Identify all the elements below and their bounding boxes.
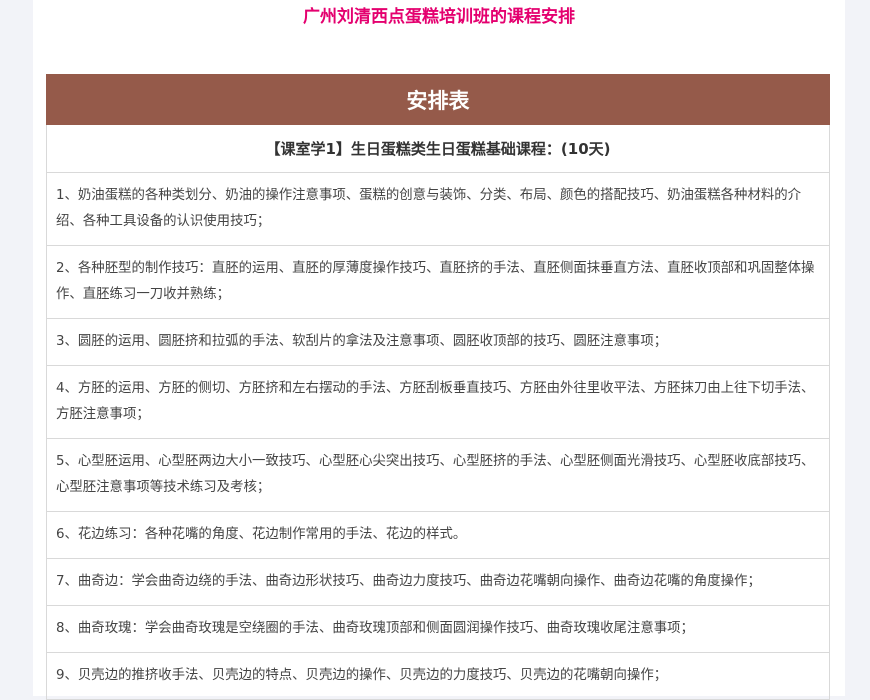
page-title: 广州刘清西点蛋糕培训班的课程安排 bbox=[303, 7, 575, 27]
section-row: 【课室学1】生日蛋糕类生日蛋糕基础课程：(10天) bbox=[46, 124, 830, 173]
course-item: 4、方胚的运用、方胚的侧切、方胚挤和左右摆动的手法、方胚刮板垂直技巧、方胚由外往… bbox=[46, 365, 830, 439]
table-row: 4、方胚的运用、方胚的侧切、方胚挤和左右摆动的手法、方胚刮板垂直技巧、方胚由外往… bbox=[46, 365, 830, 439]
course-item: 6、花边练习：各种花嘴的角度、花边制作常用的手法、花边的样式。 bbox=[46, 511, 830, 559]
table-row: 2、各种胚型的制作技巧：直胚的运用、直胚的厚薄度操作技巧、直胚挤的手法、直胚侧面… bbox=[46, 245, 830, 319]
table-row: 8、曲奇玫瑰：学会曲奇玫瑰是空绕圈的手法、曲奇玫瑰顶部和侧面圆润操作技巧、曲奇玫… bbox=[46, 605, 830, 653]
table-row: 3、圆胚的运用、圆胚挤和拉弧的手法、软刮片的拿法及注意事项、圆胚收顶部的技巧、圆… bbox=[46, 318, 830, 366]
article-page: 广州刘清西点蛋糕培训班的课程安排 安排表 【课室学1】生日蛋糕类生日蛋糕基础课程… bbox=[33, 0, 845, 700]
table-row: 5、心型胚运用、心型胚两边大小一致技巧、心型胚心尖突出技巧、心型胚挤的手法、心型… bbox=[46, 438, 830, 512]
table-row: 9、贝壳边的推挤收手法、贝壳边的特点、贝壳边的操作、贝壳边的力度技巧、贝壳边的花… bbox=[46, 652, 830, 700]
course-item: 2、各种胚型的制作技巧：直胚的运用、直胚的厚薄度操作技巧、直胚挤的手法、直胚侧面… bbox=[46, 245, 830, 319]
course-item: 3、圆胚的运用、圆胚挤和拉弧的手法、软刮片的拿法及注意事项、圆胚收顶部的技巧、圆… bbox=[46, 318, 830, 366]
table-heading: 安排表 bbox=[46, 74, 830, 125]
course-item: 1、奶油蛋糕的各种类划分、奶油的操作注意事项、蛋糕的创意与装饰、分类、布局、颜色… bbox=[46, 172, 830, 246]
table-header-row: 安排表 bbox=[46, 74, 830, 125]
course-item: 8、曲奇玫瑰：学会曲奇玫瑰是空绕圈的手法、曲奇玫瑰顶部和侧面圆润操作技巧、曲奇玫… bbox=[46, 605, 830, 653]
schedule-table: 安排表 【课室学1】生日蛋糕类生日蛋糕基础课程：(10天) 1、奶油蛋糕的各种类… bbox=[46, 74, 830, 700]
course-item: 9、贝壳边的推挤收手法、贝壳边的特点、贝壳边的操作、贝壳边的力度技巧、贝壳边的花… bbox=[46, 652, 830, 700]
course-item: 5、心型胚运用、心型胚两边大小一致技巧、心型胚心尖突出技巧、心型胚挤的手法、心型… bbox=[46, 438, 830, 512]
course-item: 7、曲奇边：学会曲奇边绕的手法、曲奇边形状技巧、曲奇边力度技巧、曲奇边花嘴朝向操… bbox=[46, 558, 830, 606]
table-row: 1、奶油蛋糕的各种类划分、奶油的操作注意事项、蛋糕的创意与装饰、分类、布局、颜色… bbox=[46, 172, 830, 246]
table-row: 6、花边练习：各种花嘴的角度、花边制作常用的手法、花边的样式。 bbox=[46, 511, 830, 559]
table-row: 7、曲奇边：学会曲奇边绕的手法、曲奇边形状技巧、曲奇边力度技巧、曲奇边花嘴朝向操… bbox=[46, 558, 830, 606]
section-title: 【课室学1】生日蛋糕类生日蛋糕基础课程：(10天) bbox=[46, 124, 830, 173]
